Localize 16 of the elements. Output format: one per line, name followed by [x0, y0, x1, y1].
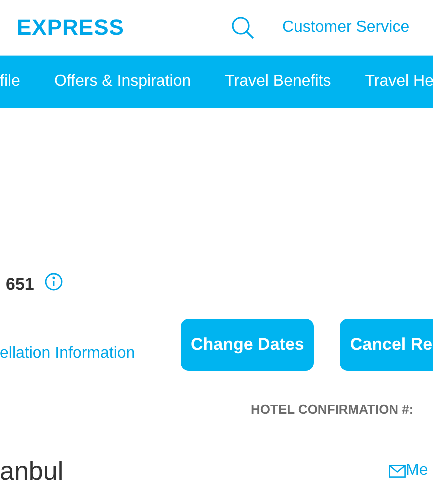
cancellation-info-link[interactable]: ellation Information [0, 342, 181, 366]
customer-service-link[interactable]: Customer Service [282, 16, 410, 40]
nav-item[interactable]: Travel Benefits [225, 70, 332, 94]
mail-icon[interactable] [389, 464, 406, 478]
nav-item[interactable]: Offers & Inspiration [54, 70, 192, 94]
info-icon[interactable] [45, 273, 64, 291]
nav-item[interactable]: file [0, 70, 20, 94]
hotel-confirmation-label: HOTEL CONFIRMATION #: [251, 401, 414, 419]
cancel-button[interactable]: Cancel Re [340, 319, 433, 371]
booking-number: 651 [6, 274, 34, 296]
city-title: anbul [0, 454, 65, 488]
message-link[interactable]: Me [406, 459, 428, 483]
logo[interactable]: EXPRESS [17, 11, 124, 44]
change-dates-button[interactable]: Change Dates [181, 319, 314, 371]
search-icon[interactable] [231, 16, 256, 40]
nav-item[interactable]: Travel He [365, 70, 433, 94]
